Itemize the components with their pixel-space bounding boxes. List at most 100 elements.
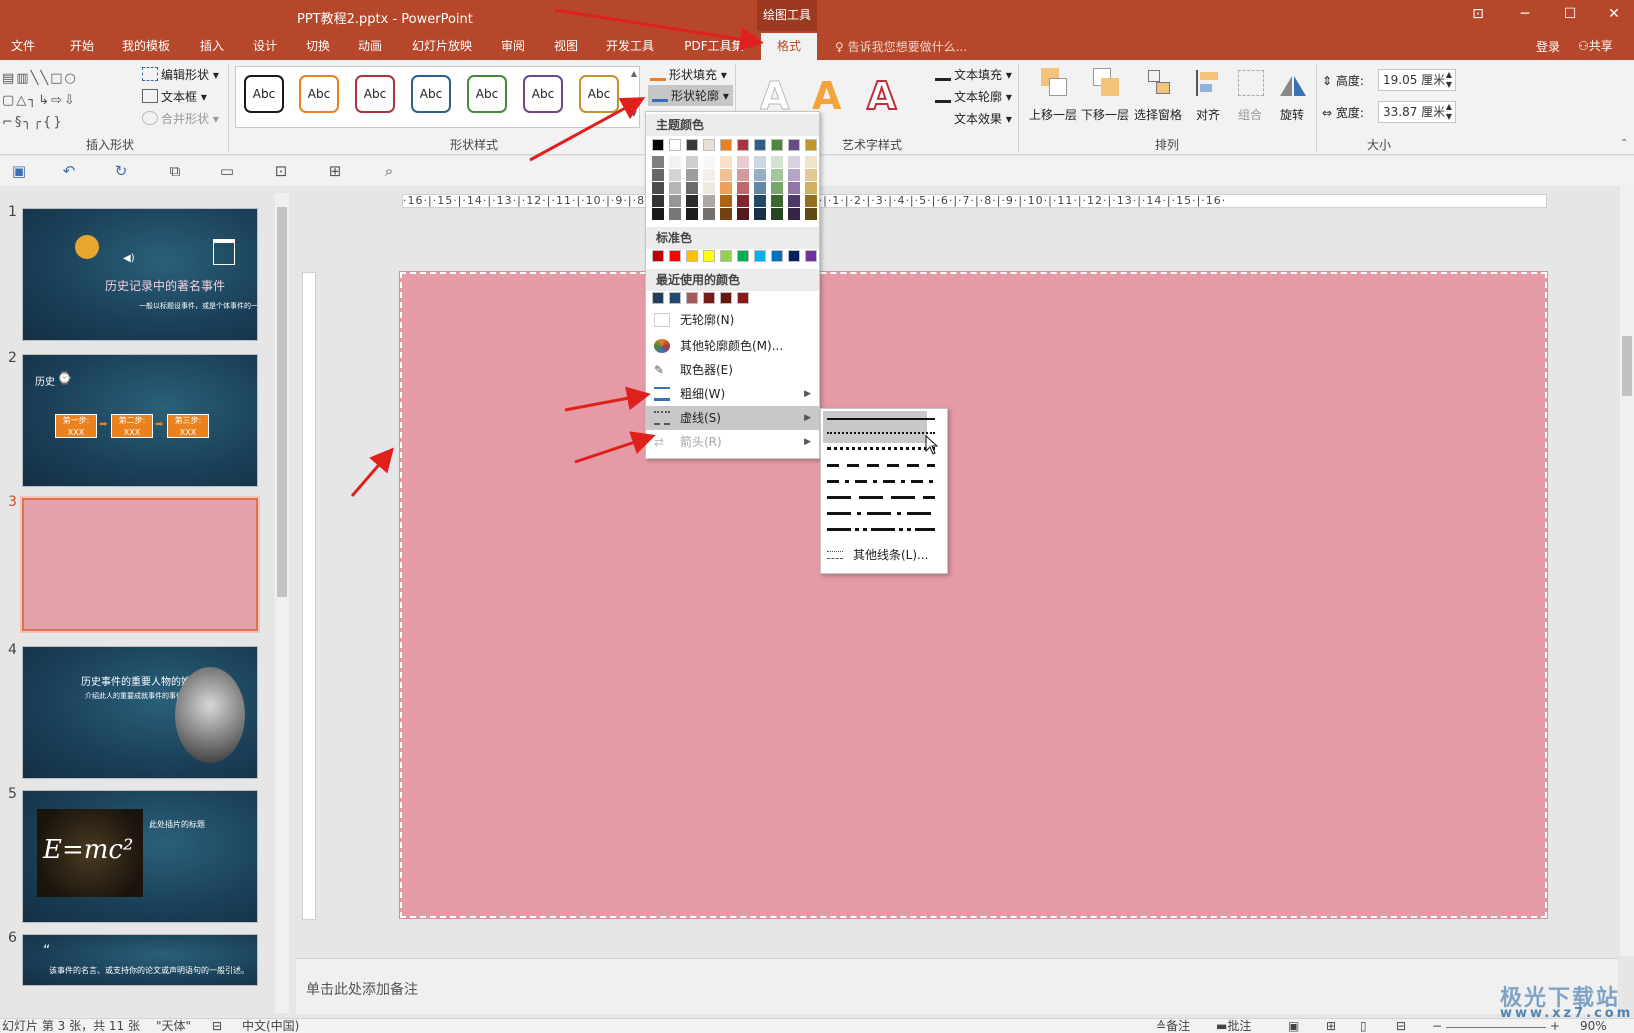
theme-color-swatch[interactable] — [686, 139, 698, 151]
recent-color-swatch[interactable] — [669, 292, 681, 304]
theme-shade-swatch[interactable] — [686, 208, 698, 220]
standard-color-swatch[interactable] — [669, 250, 681, 262]
group-button[interactable]: 组合 — [1232, 66, 1268, 123]
shapes-gallery[interactable]: ▤▥╲╲□○ ▢△┐↳⇨⇩ ⌐§╮╭{} — [2, 68, 130, 134]
recent-color-swatch[interactable] — [686, 292, 698, 304]
theme-shade-swatch[interactable] — [754, 208, 766, 220]
slide-thumbnail-5[interactable]: E=mc² 此处插片的标题 — [22, 790, 258, 923]
gallery-more-icon[interactable]: ▼ — [631, 109, 637, 118]
theme-shade-swatch[interactable] — [686, 156, 698, 168]
theme-shade-swatch[interactable] — [652, 208, 664, 220]
theme-color-swatch[interactable] — [788, 139, 800, 151]
more-lines-item[interactable]: 其他线条(L)... — [821, 543, 947, 567]
zoom-slider[interactable] — [1446, 1027, 1546, 1028]
minimize-button[interactable]: ─ — [1505, 6, 1545, 28]
text-outline-button[interactable]: 文本轮廓 ▾ — [935, 88, 1012, 105]
tab-home[interactable]: 开始 — [62, 33, 102, 60]
slide-thumbnail-6[interactable]: “ 该事件的名言、或支持你的论文或声明语句的一般引述。 — [22, 934, 258, 986]
long-dash-dot-dot-option[interactable] — [827, 528, 935, 531]
recent-color-swatch[interactable] — [737, 292, 749, 304]
theme-shade-swatch[interactable] — [720, 195, 732, 207]
theme-shade-swatch[interactable] — [805, 169, 817, 181]
tab-slideshow[interactable]: 幻灯片放映 — [408, 33, 476, 60]
shape-style-2[interactable]: Abc — [299, 75, 339, 113]
shape-style-4[interactable]: Abc — [411, 75, 451, 113]
redo-icon[interactable]: ↻ — [112, 162, 130, 180]
theme-shade-swatch[interactable] — [669, 208, 681, 220]
recent-color-swatch[interactable] — [720, 292, 732, 304]
theme-shade-swatch[interactable] — [788, 182, 800, 194]
theme-shade-swatch[interactable] — [788, 195, 800, 207]
dash-dash-option[interactable] — [827, 464, 935, 467]
reading-view-icon[interactable]: ▯ — [1360, 1019, 1367, 1033]
dash-round-dot-option[interactable] — [827, 432, 935, 435]
bring-forward-button[interactable]: 上移一层 — [1028, 66, 1078, 123]
theme-shade-swatch[interactable] — [805, 156, 817, 168]
tab-animations[interactable]: 动画 — [350, 33, 390, 60]
theme-shade-swatch[interactable] — [720, 156, 732, 168]
zoom-out-icon[interactable]: − — [1432, 1019, 1442, 1033]
editor-scrollbar[interactable] — [1620, 186, 1634, 956]
theme-shade-swatch[interactable] — [805, 195, 817, 207]
share-button[interactable]: ⚇共享 — [1578, 37, 1613, 54]
zoom-level[interactable]: 90% — [1580, 1019, 1607, 1033]
theme-shade-swatch[interactable] — [686, 195, 698, 207]
theme-shade-swatch[interactable] — [652, 169, 664, 181]
no-outline-item[interactable]: 无轮廓(N) — [646, 308, 819, 332]
shape-style-1[interactable]: Abc — [244, 75, 284, 113]
tab-pdf-tools[interactable]: PDF工具集 — [680, 33, 748, 60]
tab-transitions[interactable]: 切换 — [298, 33, 338, 60]
collapse-ribbon-icon[interactable]: ⌃ — [1620, 138, 1628, 149]
recent-color-swatch[interactable] — [652, 292, 664, 304]
tell-me-search[interactable]: ♀ 告诉我您想要做什么... — [835, 38, 967, 55]
standard-color-swatch[interactable] — [805, 250, 817, 262]
theme-shade-swatch[interactable] — [703, 182, 715, 194]
standard-color-swatch[interactable] — [652, 250, 664, 262]
shape-style-7[interactable]: Abc — [579, 75, 619, 113]
shape-style-6[interactable]: Abc — [523, 75, 563, 113]
theme-shade-swatch[interactable] — [754, 169, 766, 181]
slideshow-view-icon[interactable]: ⊟ — [1396, 1019, 1406, 1033]
text-fill-button[interactable]: 文本填充 ▾ — [935, 66, 1012, 83]
dash-square-dot-option[interactable] — [827, 447, 935, 450]
shape-outline-button[interactable]: 形状轮廓 ▾ — [648, 85, 733, 106]
slide-thumbnail-2[interactable]: 历史 ⌚ 第一步: XXX ➡ 第二步: XXX ➡ 第三步: XXX — [22, 354, 258, 487]
theme-shade-swatch[interactable] — [788, 208, 800, 220]
from-start-icon[interactable]: ⊞ — [326, 162, 344, 180]
theme-shade-swatch[interactable] — [652, 195, 664, 207]
theme-shade-swatch[interactable] — [703, 195, 715, 207]
theme-shade-swatch[interactable] — [720, 182, 732, 194]
theme-shade-swatch[interactable] — [754, 182, 766, 194]
theme-shade-swatch[interactable] — [720, 169, 732, 181]
comments-toggle[interactable]: ▬ 批注 — [1216, 1019, 1251, 1033]
slide-sorter-icon[interactable]: ⊞ — [1326, 1019, 1336, 1033]
theme-shade-swatch[interactable] — [737, 182, 749, 194]
selection-pane-button[interactable]: 选择窗格 — [1132, 66, 1184, 123]
theme-color-swatch[interactable] — [805, 139, 817, 151]
shape-style-3[interactable]: Abc — [355, 75, 395, 113]
close-button[interactable]: ✕ — [1594, 6, 1634, 28]
tab-developer[interactable]: 开发工具 — [602, 33, 658, 60]
thumbnails-scrollbar[interactable] — [275, 193, 289, 1013]
theme-shade-swatch[interactable] — [652, 182, 664, 194]
tab-format[interactable]: 格式 — [761, 33, 817, 60]
theme-shade-swatch[interactable] — [788, 169, 800, 181]
standard-color-swatch[interactable] — [720, 250, 732, 262]
theme-shade-swatch[interactable] — [771, 195, 783, 207]
theme-shade-swatch[interactable] — [669, 195, 681, 207]
slide-thumbnail-1[interactable]: ◀) 历史记录中的著名事件 一般以标题设事件，或是个体事件的一般记录。 — [22, 208, 258, 341]
theme-shade-swatch[interactable] — [737, 156, 749, 168]
standard-color-swatch[interactable] — [754, 250, 766, 262]
theme-shade-swatch[interactable] — [771, 156, 783, 168]
standard-color-swatch[interactable] — [686, 250, 698, 262]
height-input[interactable]: 19.05 厘米 ▲ ▼ — [1378, 69, 1456, 91]
long-dash-dot-option[interactable] — [827, 512, 935, 515]
theme-shade-swatch[interactable] — [754, 156, 766, 168]
edit-shape-button[interactable]: 编辑形状 ▾ — [142, 66, 219, 83]
theme-shade-swatch[interactable] — [686, 169, 698, 181]
print-preview-icon[interactable]: ⌕ — [380, 162, 398, 180]
ribbon-display-options-button[interactable]: ⊡ — [1458, 6, 1498, 28]
theme-shade-swatch[interactable] — [737, 195, 749, 207]
tab-view[interactable]: 视图 — [546, 33, 586, 60]
normal-view-icon[interactable]: ▣ — [1288, 1019, 1299, 1033]
